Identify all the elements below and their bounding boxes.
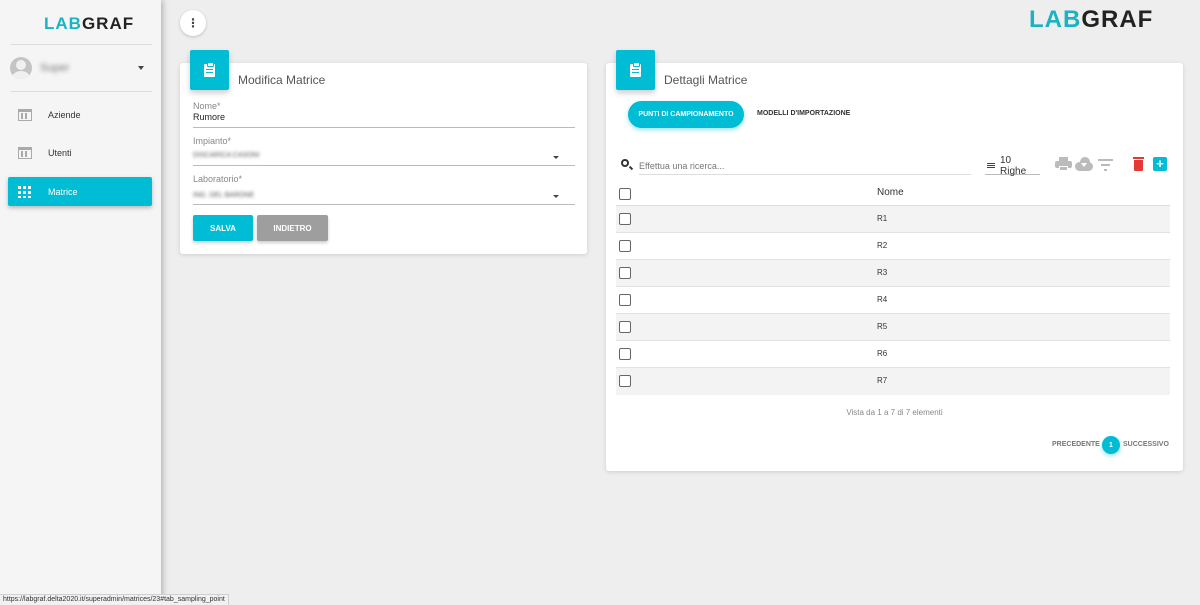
laboratorio-label: Laboratorio* xyxy=(193,174,243,184)
sidebar-item-label: Matrice xyxy=(48,186,78,197)
row-name: R7 xyxy=(877,376,888,385)
select-all-checkbox[interactable] xyxy=(619,188,631,200)
laboratorio-select[interactable]: ING. DEL BARONE xyxy=(193,192,254,199)
back-button[interactable]: INDIETRO xyxy=(257,215,328,241)
row-name: R4 xyxy=(877,295,888,304)
row-name: R3 xyxy=(877,268,888,277)
user-name: Super xyxy=(40,62,70,74)
row-checkbox[interactable] xyxy=(619,294,631,306)
row-name: R6 xyxy=(877,349,888,358)
table-row[interactable]: R1 xyxy=(616,206,1170,233)
divider xyxy=(10,91,152,92)
logo-text-graf: GRAF xyxy=(1081,6,1154,33)
building-icon xyxy=(18,146,32,159)
table-row[interactable]: R2 xyxy=(616,233,1170,260)
impianto-underline xyxy=(193,165,575,166)
nome-underline xyxy=(193,127,575,128)
rows-per-page-label: 10 Righe xyxy=(1000,154,1027,177)
user-menu[interactable]: Super xyxy=(10,55,152,81)
row-name: R5 xyxy=(877,322,888,331)
card-title: Dettagli Matrice xyxy=(664,73,748,87)
table-row[interactable]: R7 xyxy=(616,368,1170,395)
pager-previous-button[interactable]: PRECEDENTE xyxy=(1052,441,1100,448)
rows-per-page-select[interactable]: 10 Righe xyxy=(985,154,1040,177)
row-checkbox[interactable] xyxy=(619,213,631,225)
table-row[interactable]: R3 xyxy=(616,260,1170,287)
nome-label: Nome* xyxy=(193,101,221,111)
sidebar-item-aziende[interactable]: Aziende xyxy=(8,100,152,129)
pager-next-button[interactable]: SUCCESSIVO xyxy=(1123,441,1169,448)
filter-icon[interactable] xyxy=(1098,159,1113,171)
more-vert-icon: ⋮ xyxy=(187,16,199,30)
cloud-download-icon[interactable] xyxy=(1075,157,1093,171)
sidebar-item-utenti[interactable]: Utenti xyxy=(8,138,152,167)
row-name: R1 xyxy=(877,214,888,223)
sampling-points-table: Nome R1 R2 R3 R4 R5 R6 R7 xyxy=(616,180,1170,395)
search-icon xyxy=(621,159,629,167)
search-input[interactable] xyxy=(639,157,971,175)
chevron-down-icon xyxy=(138,66,144,70)
header-logo[interactable]: LABGRAF xyxy=(1029,6,1153,34)
list-icon xyxy=(987,162,995,169)
table-row[interactable]: R5 xyxy=(616,314,1170,341)
laboratorio-underline xyxy=(193,204,575,205)
table-row[interactable]: R6 xyxy=(616,341,1170,368)
logo-text-graf: GRAF xyxy=(81,14,135,33)
row-checkbox[interactable] xyxy=(619,267,631,279)
clipboard-icon xyxy=(190,50,229,90)
divider xyxy=(10,44,152,45)
row-checkbox[interactable] xyxy=(619,240,631,252)
browser-status-url: https://labgraf.delta2020.it/superadmin/… xyxy=(0,594,229,605)
logo-text-lab: LAB xyxy=(44,14,82,33)
add-icon[interactable]: + xyxy=(1153,157,1167,171)
print-icon[interactable] xyxy=(1055,157,1072,171)
impianto-select[interactable]: DISCARICA CASONI xyxy=(193,152,260,159)
column-header-nome[interactable]: Nome xyxy=(877,187,904,198)
clipboard-icon xyxy=(616,50,655,90)
sidebar-logo[interactable]: LABGRAF xyxy=(44,14,134,34)
sidebar-item-label: Utenti xyxy=(48,147,72,158)
table-info: Vista da 1 a 7 di 7 elementi xyxy=(846,408,943,417)
row-checkbox[interactable] xyxy=(619,375,631,387)
table-row[interactable]: R4 xyxy=(616,287,1170,314)
sidebar-item-matrice[interactable]: Matrice xyxy=(8,177,152,206)
row-name: R2 xyxy=(877,241,888,250)
table-header: Nome xyxy=(616,180,1170,206)
row-checkbox[interactable] xyxy=(619,321,631,333)
sidebar-item-label: Aziende xyxy=(48,109,81,120)
save-button[interactable]: SALVA xyxy=(193,215,253,241)
nome-input[interactable]: Rumore xyxy=(193,112,225,122)
trash-icon[interactable] xyxy=(1133,157,1144,171)
row-checkbox[interactable] xyxy=(619,348,631,360)
card-title: Modifica Matrice xyxy=(238,73,326,87)
more-menu-button[interactable]: ⋮ xyxy=(180,10,206,36)
chevron-down-icon[interactable] xyxy=(553,156,559,159)
tab-sampling-points[interactable]: PUNTI DI CAMPIONAMENTO xyxy=(628,101,744,128)
tab-import-models[interactable]: MODELLI D'IMPORTAZIONE xyxy=(757,110,850,117)
grid-icon xyxy=(18,185,32,198)
chevron-down-icon[interactable] xyxy=(553,195,559,198)
pager-page-1[interactable]: 1 xyxy=(1102,436,1120,454)
logo-text-lab: LAB xyxy=(1029,6,1082,33)
impianto-label: Impianto* xyxy=(193,136,232,146)
avatar xyxy=(10,57,32,79)
sidebar: LABGRAF Super Aziende Utenti Matrice xyxy=(0,0,161,605)
building-icon xyxy=(18,108,32,121)
